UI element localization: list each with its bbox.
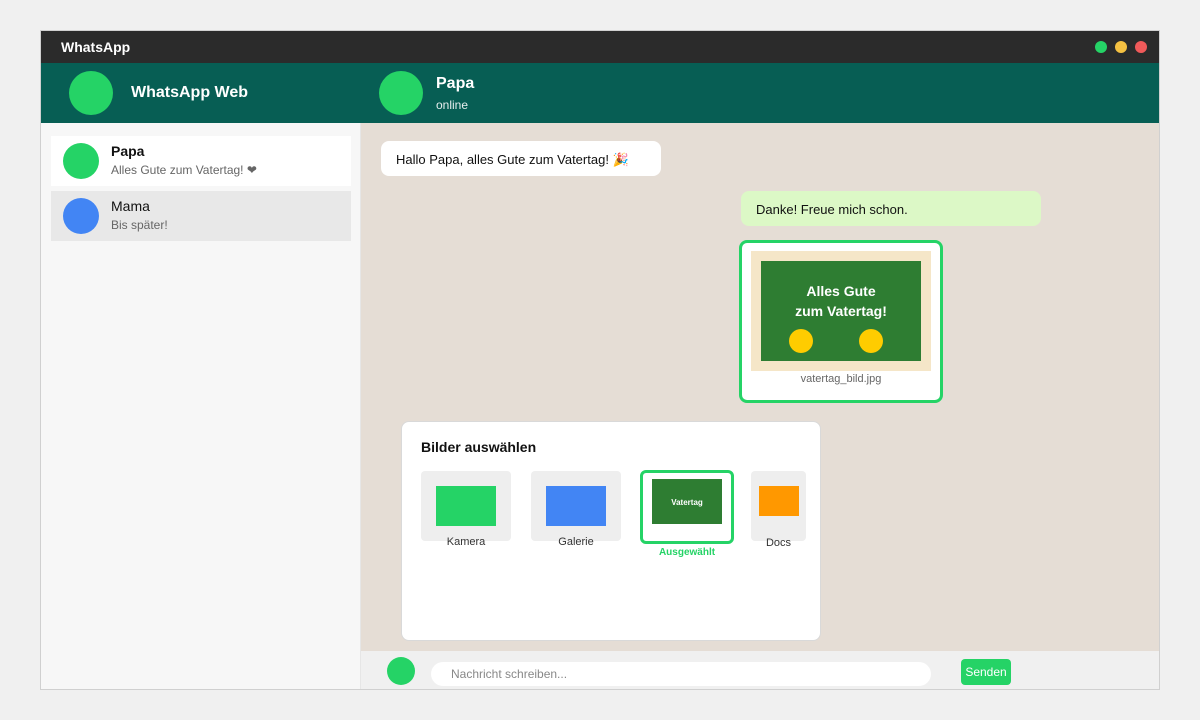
profile-avatar[interactable] <box>69 71 113 115</box>
conversation-area: Hallo Papa, alles Gute zum Vatertag! 🎉 D… <box>361 123 1159 651</box>
app-name: WhatsApp Web <box>131 84 249 101</box>
option-label: Kamera <box>446 536 486 548</box>
picker-option-galerie[interactable]: Galerie <box>531 471 621 548</box>
chat-item-papa[interactable]: Papa Alles Gute zum Vatertag! ❤ <box>51 136 351 186</box>
avatar <box>63 143 99 179</box>
incoming-message: Hallo Papa, alles Gute zum Vatertag! 🎉 <box>381 141 661 176</box>
gallery-icon <box>546 486 606 526</box>
selected-label: Ausgewählt <box>658 547 716 558</box>
yellow-ball-icon <box>859 329 883 353</box>
picker-option-kamera[interactable]: Kamera <box>421 471 511 548</box>
yellow-dot-icon[interactable] <box>1115 41 1127 53</box>
outgoing-message: Danke! Freue mich schon. <box>741 191 1041 226</box>
contact-avatar[interactable] <box>379 71 423 115</box>
yellow-ball-icon <box>789 329 813 353</box>
picker-option-docs[interactable]: Docs <box>751 471 806 549</box>
message-input[interactable] <box>431 662 931 686</box>
chat-item-mama[interactable]: Mama Bis später! <box>51 191 351 241</box>
option-label: Galerie <box>558 536 594 548</box>
contact-name[interactable]: Papa <box>436 75 474 93</box>
window-title: WhatsApp <box>61 39 131 55</box>
thumbnail-label: Vatertag <box>671 498 703 507</box>
option-label: Docs <box>765 537 792 549</box>
vatertag-thumbnail: Vatertag <box>652 479 722 524</box>
image-preview: Alles Gute zum Vatertag! <box>751 251 931 371</box>
camera-icon <box>436 486 496 526</box>
green-dot-icon[interactable] <box>1095 41 1107 53</box>
greeting-card-image: Alles Gute zum Vatertag! <box>761 261 921 361</box>
red-dot-icon[interactable] <box>1135 41 1147 53</box>
avatar <box>63 198 99 234</box>
document-icon <box>759 486 799 516</box>
image-message[interactable]: Alles Gute zum Vatertag! vatertag_bild.j… <box>739 240 943 403</box>
app-window: WhatsApp WhatsApp Web Papa online Papa A… <box>40 30 1160 690</box>
my-avatar[interactable] <box>387 657 415 685</box>
contact-status: online <box>436 98 469 112</box>
app-header: WhatsApp Web Papa online <box>41 63 1159 123</box>
chat-preview: Bis später! <box>111 218 168 232</box>
chat-preview: Alles Gute zum Vatertag! ❤ <box>111 163 257 177</box>
chat-name: Papa <box>111 143 145 159</box>
send-button[interactable]: Senden <box>961 659 1011 685</box>
chat-list-sidebar: Papa Alles Gute zum Vatertag! ❤ Mama Bis… <box>41 123 361 689</box>
image-text-line2: zum Vatertag! <box>795 303 887 319</box>
title-bar: WhatsApp <box>41 31 1159 63</box>
picker-title: Bilder auswählen <box>421 439 537 455</box>
image-filename: vatertag_bild.jpg <box>800 373 882 385</box>
image-picker-panel: Bilder auswählen Kamera Galerie Vatertag… <box>401 421 821 641</box>
chat-name: Mama <box>111 198 150 214</box>
picker-option-vatertag[interactable]: Vatertag <box>640 470 734 544</box>
message-composer: Senden <box>361 651 1159 689</box>
image-text-line1: Alles Gute <box>806 283 876 299</box>
